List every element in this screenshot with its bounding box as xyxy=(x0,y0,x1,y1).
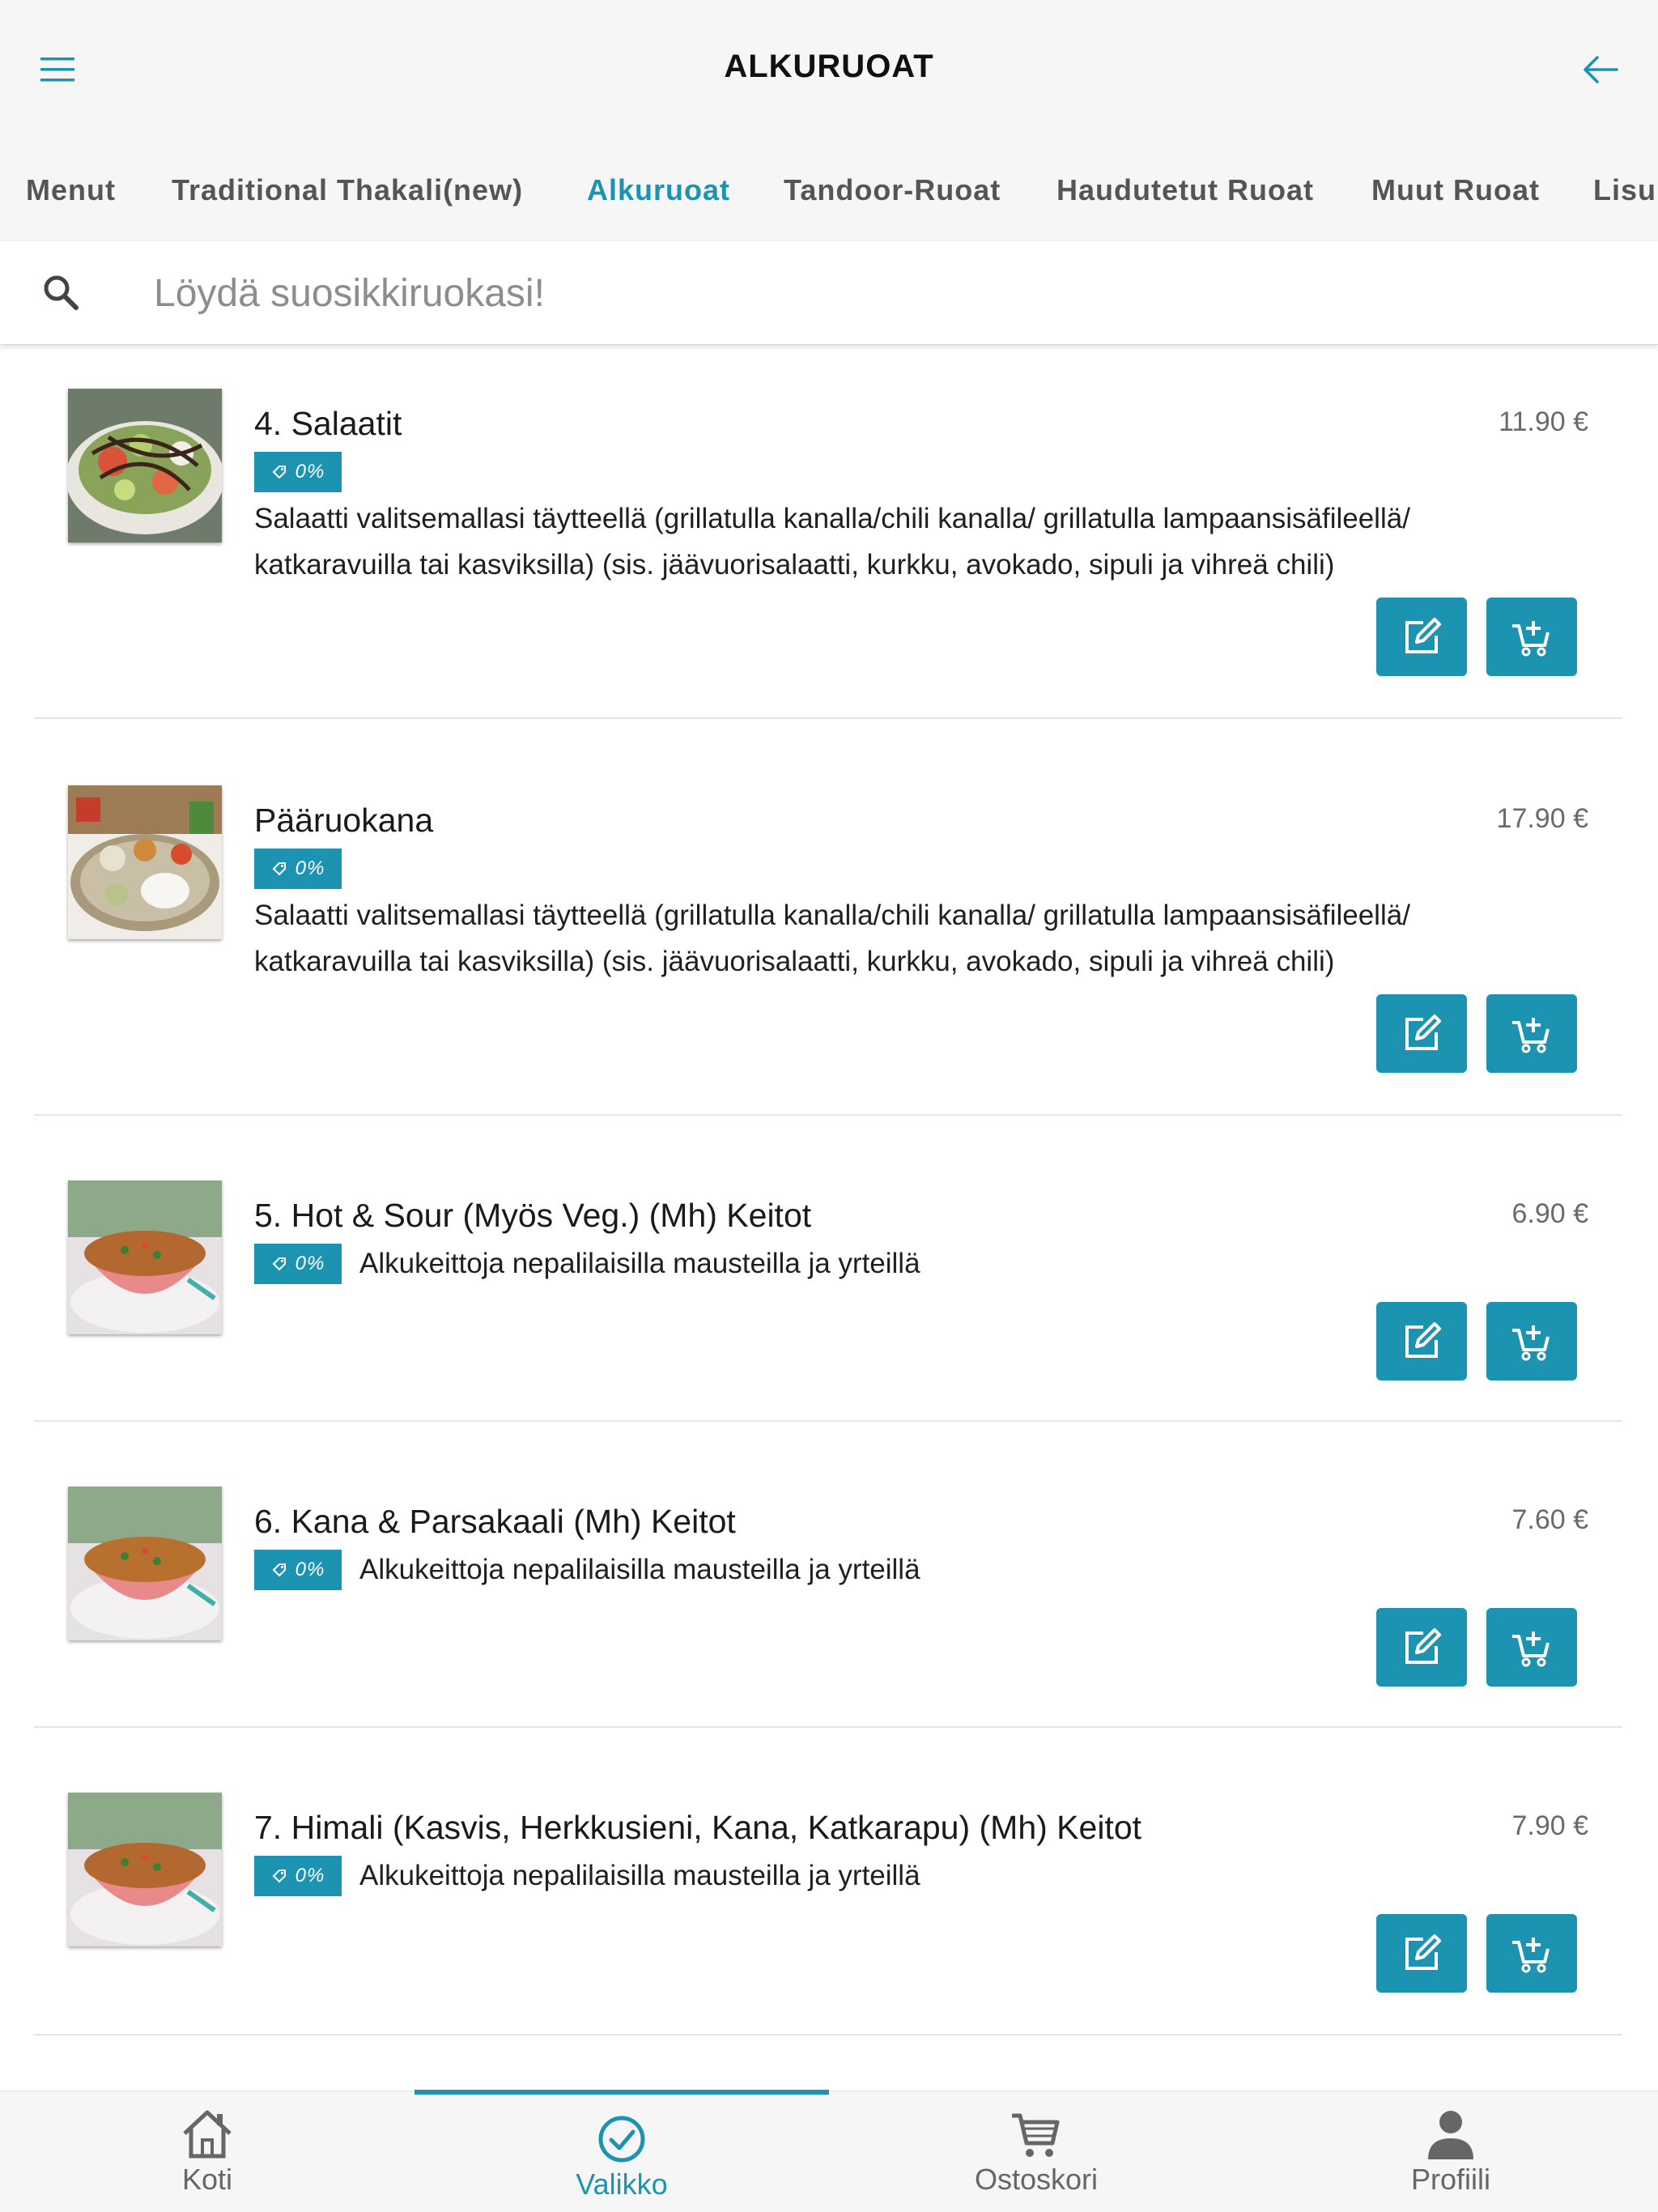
active-tab-indicator xyxy=(414,2090,829,2095)
discount-badge: 0% xyxy=(254,452,342,492)
back-button[interactable] xyxy=(1567,36,1634,103)
tab-muut-ruoat[interactable]: Muut Ruoat xyxy=(1371,173,1540,207)
add-to-cart-button[interactable] xyxy=(1486,598,1577,676)
tab-traditional-thakali[interactable]: Traditional Thakali(new) xyxy=(172,173,523,207)
item-name: Pääruokana xyxy=(254,802,434,839)
app-root: ALKURUOAT Menut Traditional Thakali(new)… xyxy=(0,0,1658,2212)
nav-label: Ostoskori xyxy=(974,2163,1099,2196)
nav-ostoskori[interactable]: Ostoskori xyxy=(829,2091,1244,2212)
top-app-bar: ALKURUOAT xyxy=(0,0,1658,139)
nav-valikko[interactable]: Valikko xyxy=(414,2091,829,2212)
check-circle-icon xyxy=(598,2116,645,2163)
category-tabs: Menut Traditional Thakali(new) Alkuruoat… xyxy=(0,139,1658,241)
edit-item-button[interactable] xyxy=(1376,1914,1467,1993)
search-icon[interactable] xyxy=(39,270,84,316)
item-name: 6. Kana & Parsakaali (Mh) Keitot xyxy=(254,1503,736,1540)
page-title: ALKURUOAT xyxy=(724,49,934,84)
cart-add-icon xyxy=(1512,1631,1550,1666)
home-icon xyxy=(183,2110,232,2159)
thali-plate-image[interactable] xyxy=(68,785,222,939)
item-description: Salaatti valitsemallasi täytteellä (gril… xyxy=(254,503,1410,581)
nav-label: Profiili xyxy=(1410,2163,1490,2196)
discount-value: 0% xyxy=(295,857,325,879)
item-name: 4. Salaatit xyxy=(254,405,402,442)
item-description: Alkukeittoja nepalilaisilla mausteilla j… xyxy=(359,1860,920,1891)
item-price: 6.90 € xyxy=(1511,1198,1588,1229)
tab-tandoor-ruoat[interactable]: Tandoor-Ruoat xyxy=(784,173,1001,207)
edit-item-button[interactable] xyxy=(1376,994,1467,1073)
search-input[interactable] xyxy=(154,261,1530,325)
person-icon xyxy=(1428,2111,1473,2159)
discount-badge: 0% xyxy=(254,1550,342,1590)
item-description: Alkukeittoja nepalilaisilla mausteilla j… xyxy=(359,1554,920,1585)
item-name: 7. Himali (Kasvis, Herkkusieni, Kana, Ka… xyxy=(254,1809,1142,1846)
add-to-cart-button[interactable] xyxy=(1486,1608,1577,1687)
item-price: 7.90 € xyxy=(1511,1810,1588,1841)
tab-menut[interactable]: Menut xyxy=(26,173,116,207)
menu-item: 4. Salaatit 11.90 € 0% Salaatti valitsem… xyxy=(34,350,1622,719)
menu-item: 6. Kana & Parsakaali (Mh) Keitot 7.60 € … xyxy=(34,1422,1622,1728)
add-to-cart-button[interactable] xyxy=(1486,1914,1577,1993)
menu-item: 7. Himali (Kasvis, Herkkusieni, Kana, Ka… xyxy=(34,1728,1622,2035)
discount-value: 0% xyxy=(295,1865,325,1887)
nav-koti[interactable]: Koti xyxy=(0,2091,414,2212)
edit-item-button[interactable] xyxy=(1376,1608,1467,1687)
discount-value: 0% xyxy=(295,1559,325,1580)
tag-icon xyxy=(272,1870,286,1883)
discount-value: 0% xyxy=(295,461,325,483)
nav-profiili[interactable]: Profiili xyxy=(1244,2091,1658,2212)
search-bar xyxy=(0,241,1658,345)
salad-image[interactable] xyxy=(68,389,222,542)
item-description: Salaatti valitsemallasi täytteellä (gril… xyxy=(254,900,1410,977)
tag-icon xyxy=(272,862,286,876)
nav-label: Koti xyxy=(181,2163,233,2196)
soup-bowl-image[interactable] xyxy=(68,1180,222,1334)
edit-icon xyxy=(1405,1014,1441,1050)
item-price: 17.90 € xyxy=(1496,803,1588,834)
menu-item: 5. Hot & Sour (Myös Veg.) (Mh) Keitot 6.… xyxy=(34,1116,1622,1422)
menu-item: Pääruokana 17.90 € 0% Salaatti valitsema… xyxy=(34,719,1622,1116)
edit-item-button[interactable] xyxy=(1376,1302,1467,1380)
tab-alkuruoat[interactable]: Alkuruoat xyxy=(587,173,730,207)
discount-badge: 0% xyxy=(254,1244,342,1284)
add-to-cart-button[interactable] xyxy=(1486,1302,1577,1380)
soup-bowl-image[interactable] xyxy=(68,1793,222,1946)
item-price: 11.90 € xyxy=(1499,406,1588,437)
arrow-left-icon xyxy=(1584,56,1618,83)
cart-add-icon xyxy=(1512,1937,1550,1972)
edit-item-button[interactable] xyxy=(1376,598,1467,676)
add-to-cart-button[interactable] xyxy=(1486,994,1577,1073)
cart-add-icon xyxy=(1512,1017,1550,1053)
tag-icon xyxy=(272,1257,286,1271)
discount-badge: 0% xyxy=(254,849,342,889)
item-description: Alkukeittoja nepalilaisilla mausteilla j… xyxy=(359,1248,920,1279)
item-name: 5. Hot & Sour (Myös Veg.) (Mh) Keitot xyxy=(254,1197,812,1234)
tab-lisu[interactable]: Lisu xyxy=(1593,173,1656,207)
edit-icon xyxy=(1405,1627,1441,1664)
discount-value: 0% xyxy=(295,1253,325,1274)
bottom-navigation: Koti Valikko Ostoskori Profiili xyxy=(0,2091,1658,2212)
cart-add-icon xyxy=(1512,620,1550,656)
discount-badge: 0% xyxy=(254,1856,342,1896)
edit-icon xyxy=(1405,1321,1441,1358)
edit-icon xyxy=(1405,1933,1441,1970)
tag-icon xyxy=(272,466,286,479)
cart-icon xyxy=(1012,2113,1060,2157)
nav-label: Valikko xyxy=(576,2167,668,2201)
cart-add-icon xyxy=(1512,1325,1550,1360)
tab-haudutetut-ruoat[interactable]: Haudutetut Ruoat xyxy=(1056,173,1314,207)
item-price: 7.60 € xyxy=(1511,1504,1588,1535)
tag-icon xyxy=(272,1563,286,1577)
edit-icon xyxy=(1405,617,1441,653)
soup-bowl-image[interactable] xyxy=(68,1487,222,1640)
